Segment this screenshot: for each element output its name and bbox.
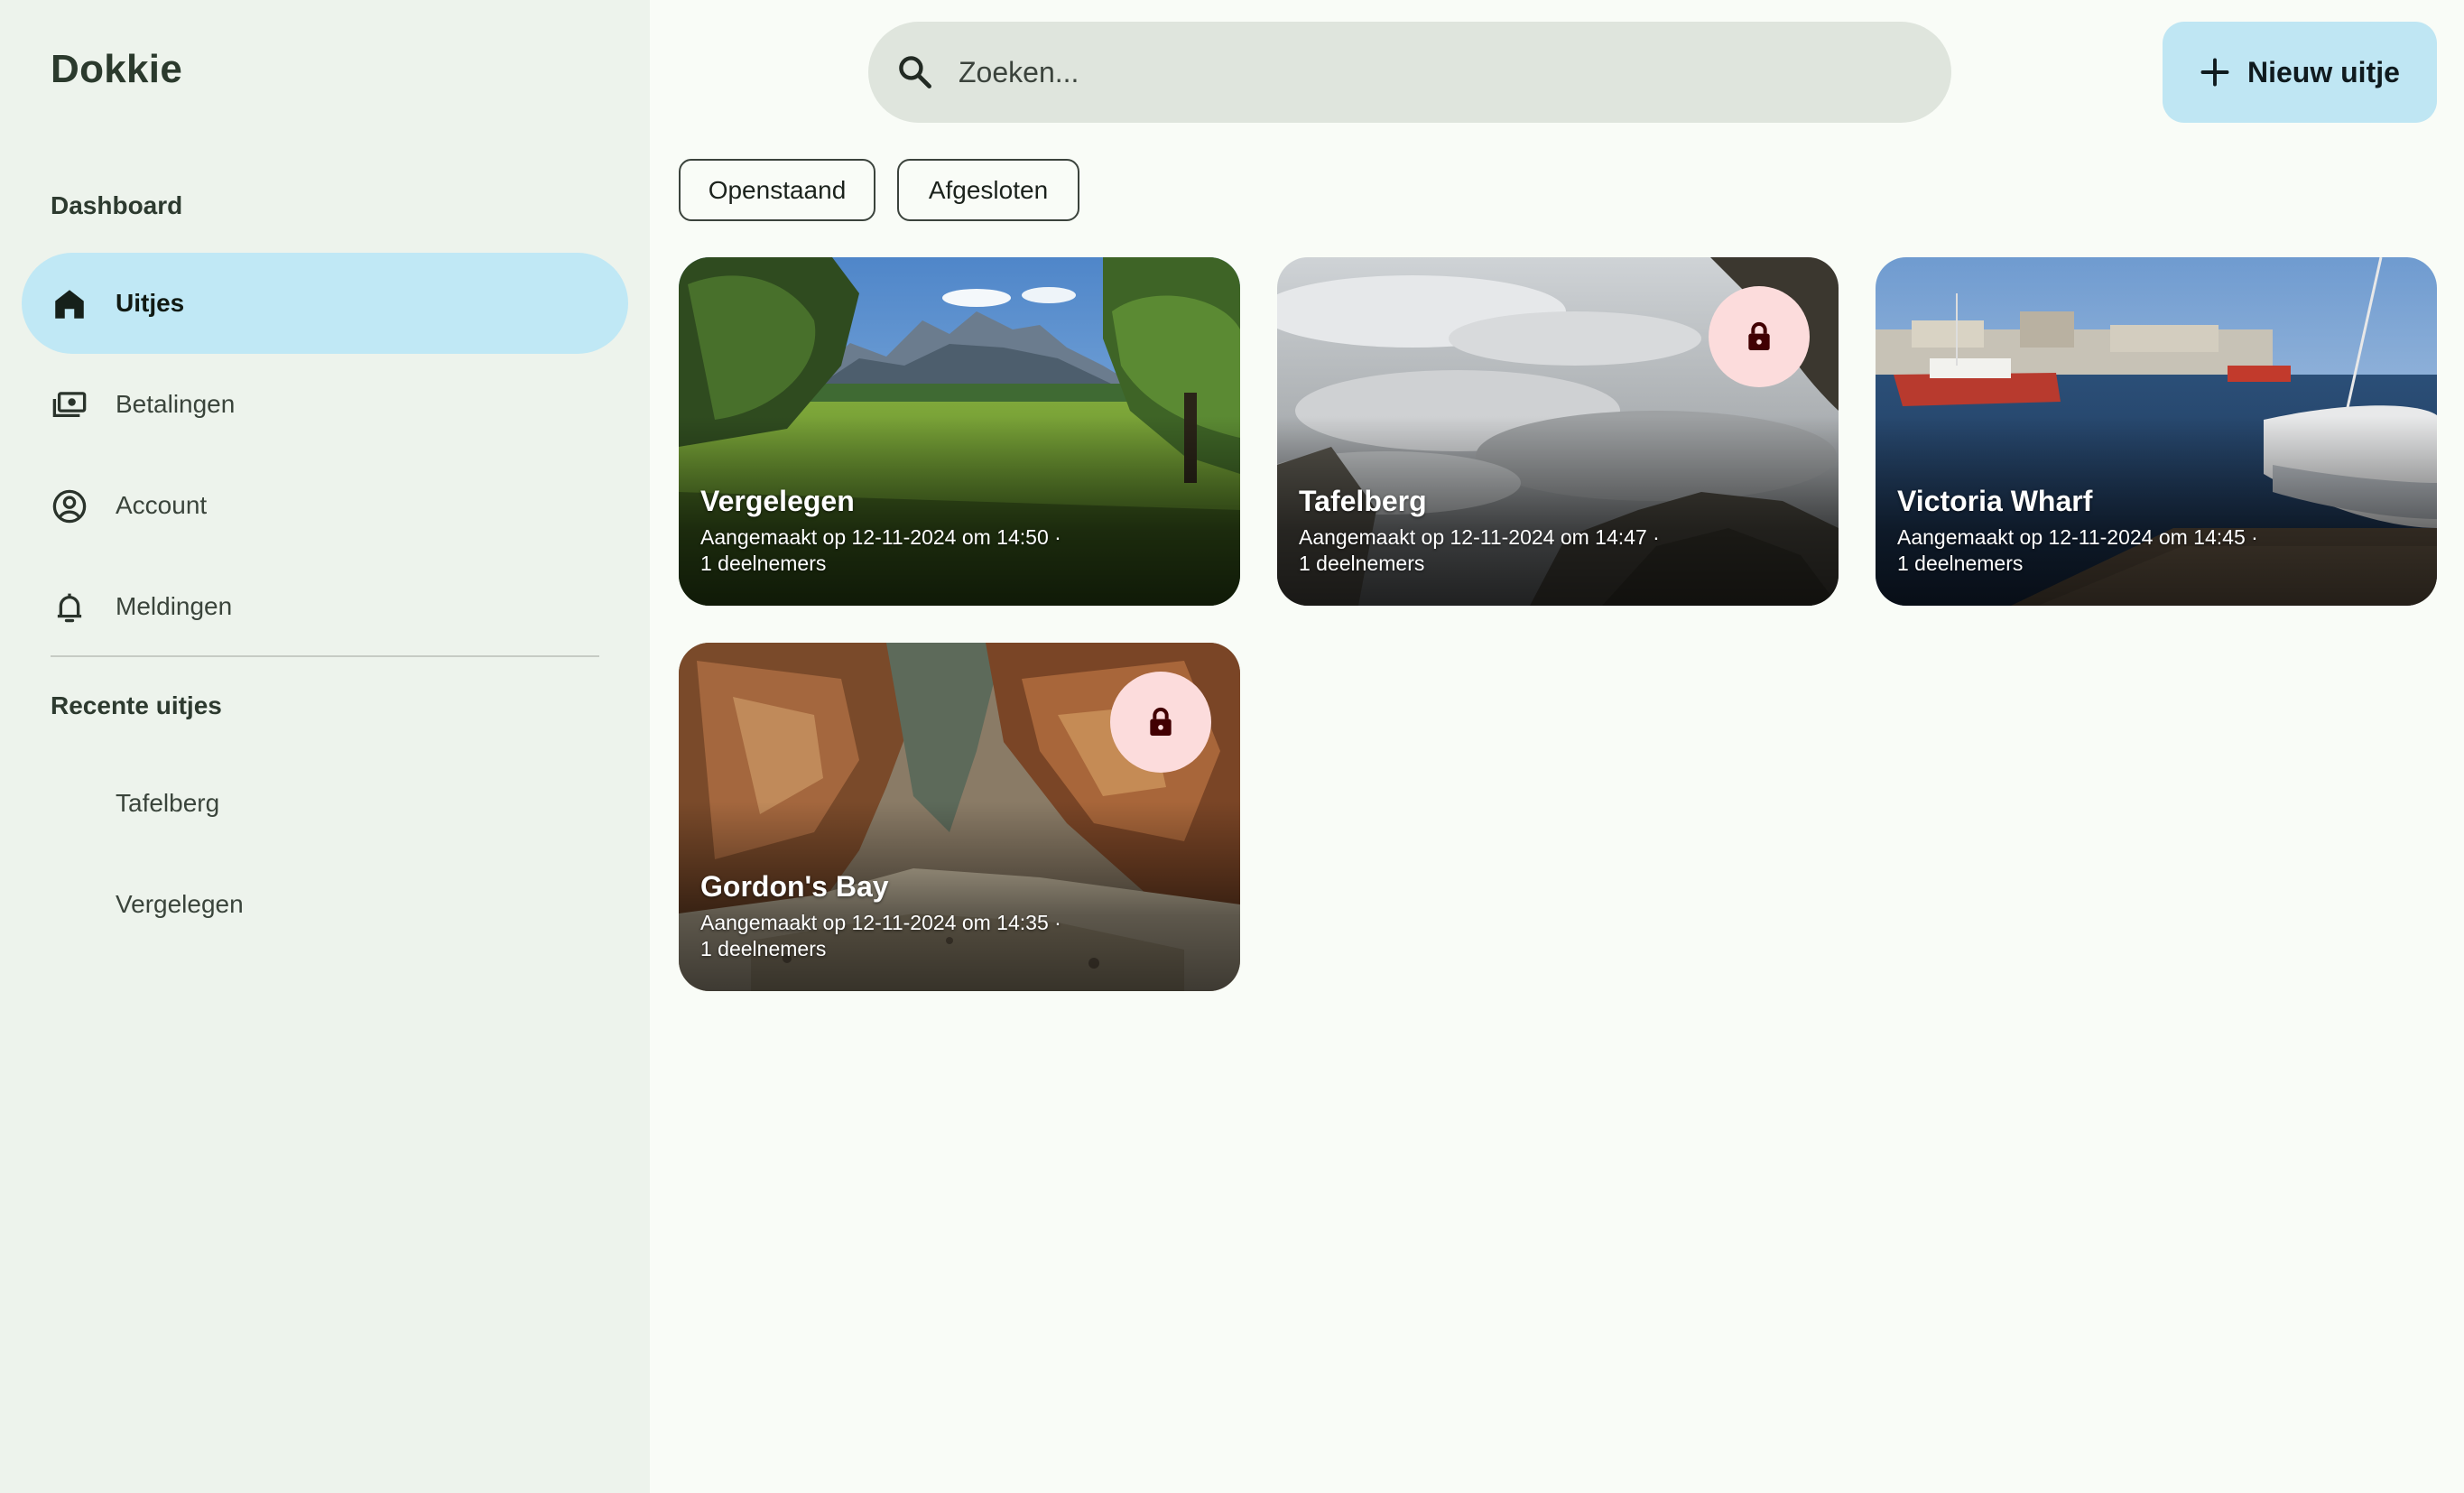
account-icon — [51, 487, 88, 525]
card-participants: 1 deelnemers — [700, 937, 827, 960]
card-participants: 1 deelnemers — [700, 552, 827, 575]
uitje-card[interactable]: Tafelberg Aangemaakt op 12-11-2024 om 14… — [1277, 257, 1839, 606]
new-uitje-button[interactable]: Nieuw uitje — [2163, 22, 2437, 123]
filter-chip-afgesloten[interactable]: Afgesloten — [897, 159, 1079, 221]
sidebar-item-betalingen[interactable]: Betalingen — [22, 354, 628, 455]
sidebar-item-label: Betalingen — [116, 390, 236, 418]
sidebar-item-label: Meldingen — [116, 592, 233, 620]
search-bar[interactable] — [868, 22, 1951, 123]
card-meta: Aangemaakt op 12-11-2024 om 14:35 · 1 de… — [700, 910, 1061, 962]
card-participants: 1 deelnemers — [1299, 552, 1425, 575]
uitje-card[interactable]: Victoria Wharf Aangemaakt op 12-11-2024 … — [1876, 257, 2437, 606]
sidebar-item-meldingen[interactable]: Meldingen — [22, 556, 628, 657]
section-label-dashboard: Dashboard — [51, 191, 183, 219]
sidebar-item-uitjes[interactable]: Uitjes — [22, 253, 628, 354]
sidebar-item-label: Uitjes — [116, 289, 185, 317]
sidebar-item-account[interactable]: Account — [22, 455, 628, 556]
card-created: Aangemaakt op 12-11-2024 om 14:35 · — [700, 911, 1061, 934]
payments-icon — [51, 386, 88, 424]
section-label-recent: Recente uitjes — [51, 691, 222, 719]
card-title: Gordon's Bay — [700, 870, 889, 903]
plus-icon — [2200, 58, 2229, 87]
recent-item-tafelberg[interactable]: Tafelberg — [22, 758, 628, 849]
filter-chip-openstaand[interactable]: Openstaand — [679, 159, 875, 221]
lock-badge[interactable] — [1110, 672, 1211, 773]
card-created: Aangemaakt op 12-11-2024 om 14:47 · — [1299, 525, 1660, 549]
recent-item-vergelegen[interactable]: Vergelegen — [22, 859, 628, 950]
lock-icon — [1748, 321, 1770, 350]
bell-icon — [51, 589, 88, 626]
sidebar-item-label: Account — [116, 491, 208, 519]
recent-item-label: Vergelegen — [116, 890, 244, 918]
card-participants: 1 deelnemers — [1897, 552, 2024, 575]
new-uitje-label: Nieuw uitje — [2247, 56, 2400, 88]
card-created: Aangemaakt op 12-11-2024 om 14:45 · — [1897, 525, 2258, 549]
card-meta: Aangemaakt op 12-11-2024 om 14:50 · 1 de… — [700, 524, 1061, 577]
sidebar: Dokkie Dashboard Uitjes Betalingen Accou… — [0, 0, 650, 1493]
card-meta: Aangemaakt op 12-11-2024 om 14:45 · 1 de… — [1897, 524, 2258, 577]
app-title: Dokkie — [51, 47, 183, 91]
home-icon — [51, 285, 88, 323]
search-icon — [899, 56, 931, 88]
lock-icon — [1150, 707, 1172, 736]
recent-item-label: Tafelberg — [116, 789, 220, 817]
lock-badge[interactable] — [1709, 286, 1810, 387]
card-title: Tafelberg — [1299, 485, 1427, 517]
search-input[interactable] — [959, 42, 1915, 103]
card-meta: Aangemaakt op 12-11-2024 om 14:47 · 1 de… — [1299, 524, 1660, 577]
card-title: Victoria Wharf — [1897, 485, 2093, 517]
uitje-card[interactable]: Vergelegen Aangemaakt op 12-11-2024 om 1… — [679, 257, 1240, 606]
card-title: Vergelegen — [700, 485, 855, 517]
card-created: Aangemaakt op 12-11-2024 om 14:50 · — [700, 525, 1061, 549]
sidebar-divider — [51, 655, 599, 657]
uitje-card[interactable]: Gordon's Bay Aangemaakt op 12-11-2024 om… — [679, 643, 1240, 991]
